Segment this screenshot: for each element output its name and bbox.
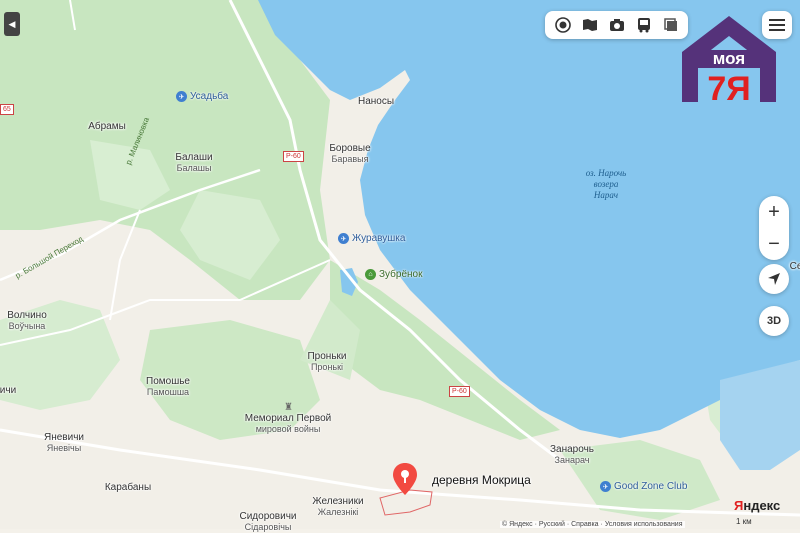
- hotel-icon: ⌂: [365, 269, 376, 280]
- language-link[interactable]: Русский: [539, 521, 565, 528]
- place-label: ичи: [0, 385, 16, 396]
- place-subname: Памошша: [146, 387, 190, 397]
- place-label: Боровые Баравыя: [329, 143, 370, 165]
- place-name: Балаши: [175, 152, 213, 163]
- lake-name-by2: Нарач: [593, 190, 619, 200]
- menu-button[interactable]: [762, 11, 792, 39]
- locate-button[interactable]: [759, 264, 789, 294]
- place-name: Сидоровичи: [239, 511, 297, 522]
- place-name: Мемориал Первой: [244, 413, 332, 424]
- lake-name-by: возера: [593, 179, 619, 189]
- panorama-button[interactable]: [579, 14, 601, 36]
- plane-icon: ✈: [600, 481, 611, 492]
- place-name: Занарочь: [549, 444, 595, 455]
- place-subname: Жалезнікі: [317, 507, 359, 517]
- poi-good-zone-club[interactable]: ✈ Good Zone Club: [600, 481, 687, 492]
- road-shield: Р-60: [449, 386, 470, 397]
- plane-icon: ✈: [176, 91, 187, 102]
- place-name: ичи: [0, 385, 17, 396]
- place-subname: Воўчына: [8, 321, 46, 331]
- place-name: Яневичи: [44, 432, 84, 443]
- collapse-panel-button[interactable]: ◀: [4, 12, 20, 36]
- arrow-icon: [768, 273, 780, 285]
- lake-label: оз. Нарочь возера Нарач: [586, 168, 627, 201]
- camera-icon: [609, 19, 624, 31]
- brand-letter: Я: [734, 498, 744, 513]
- place-name: Железники: [312, 496, 364, 507]
- poi-zhuravushka[interactable]: ✈ Журавушка: [338, 233, 405, 244]
- place-subname: Занарач: [554, 455, 590, 465]
- place-subname: Баравыя: [331, 154, 369, 164]
- poi-zubrenok[interactable]: ⌂ Зубрёнок: [365, 269, 422, 280]
- place-label: Абрамы: [88, 121, 126, 132]
- place-name: Помошье: [146, 376, 190, 387]
- location-pin-icon[interactable]: [392, 462, 418, 496]
- place-subname: мировой войны: [255, 424, 321, 434]
- place-name: Наносы: [357, 96, 395, 107]
- place-name: Карабаны: [104, 482, 152, 493]
- memorial-label: Мемориал Первой мировой войны: [245, 413, 331, 435]
- logo-text-bottom: 7Я: [707, 70, 750, 106]
- chevron-left-icon: ◀: [8, 18, 16, 29]
- panorama-icon: [582, 19, 597, 31]
- zoom-control: + −: [759, 196, 789, 260]
- map-footer: © Яндекс · Русский · Справка · Условия и…: [500, 521, 685, 528]
- poi-name: Усадьба: [190, 91, 229, 102]
- place-label: Помошье Памошша: [146, 376, 190, 398]
- poi-name: Зубрёнок: [379, 269, 423, 280]
- transport-button[interactable]: [633, 14, 655, 36]
- place-label: Волчино Воўчына: [7, 310, 47, 332]
- plane-icon: ✈: [338, 233, 349, 244]
- poi-name: Good Zone Club: [614, 481, 688, 492]
- place-subname: Балашы: [176, 163, 212, 173]
- road-shield: 65: [0, 104, 14, 115]
- terms-link[interactable]: Условия использования: [605, 521, 683, 528]
- road-shield: Р-60: [283, 151, 304, 162]
- poi-usadba[interactable]: ✈ Усадьба: [176, 91, 228, 102]
- poi-name: Журавушка: [352, 233, 406, 244]
- help-link[interactable]: Справка: [571, 521, 598, 528]
- place-subname: Сідаровічы: [244, 522, 292, 532]
- place-subname: Пронькі: [310, 362, 344, 372]
- lake-name: оз. Нарочь: [585, 168, 627, 178]
- scale-bar: 1 км: [736, 517, 752, 526]
- camera-button[interactable]: [606, 14, 628, 36]
- yandex-logo: Яндекс: [734, 498, 780, 513]
- hamburger-icon: [769, 19, 785, 31]
- place-label: Карабаны: [105, 482, 151, 493]
- layers-icon: [554, 17, 571, 33]
- edge-place-label: Се: [789, 261, 800, 272]
- place-subname: Яневічы: [46, 443, 82, 453]
- place-name: Проньки: [307, 351, 347, 362]
- place-name: Боровые: [329, 143, 371, 154]
- place-label: Сидоровичи Сідаровічы: [239, 511, 296, 533]
- place-label: Занарочь Занарач: [550, 444, 594, 466]
- place-label: Проньки Пронькі: [307, 351, 346, 373]
- place-name: Абрамы: [88, 121, 126, 132]
- copyright-text: © Яндекс: [502, 521, 533, 528]
- bus-icon: [637, 18, 650, 33]
- logo-text-top: моя: [713, 49, 745, 68]
- place-label: Яневичи Яневічы: [44, 432, 84, 454]
- place-label: Наносы: [358, 96, 394, 107]
- monument-icon: ♜: [284, 402, 293, 413]
- selected-place-label[interactable]: деревня Мокрица: [432, 473, 531, 487]
- brand-rest: ндекс: [743, 498, 781, 513]
- view-3d-button[interactable]: 3D: [759, 306, 789, 336]
- place-name: Волчино: [7, 310, 47, 321]
- place-label: Балаши Балашы: [175, 152, 212, 174]
- map-toolbar: [545, 11, 688, 39]
- layers-button[interactable]: [552, 14, 574, 36]
- scale-text: 1 км: [736, 517, 752, 526]
- zoom-in-button[interactable]: +: [759, 196, 789, 228]
- place-label: Железники Жалезнікі: [312, 496, 363, 518]
- zoom-out-button[interactable]: −: [759, 228, 789, 260]
